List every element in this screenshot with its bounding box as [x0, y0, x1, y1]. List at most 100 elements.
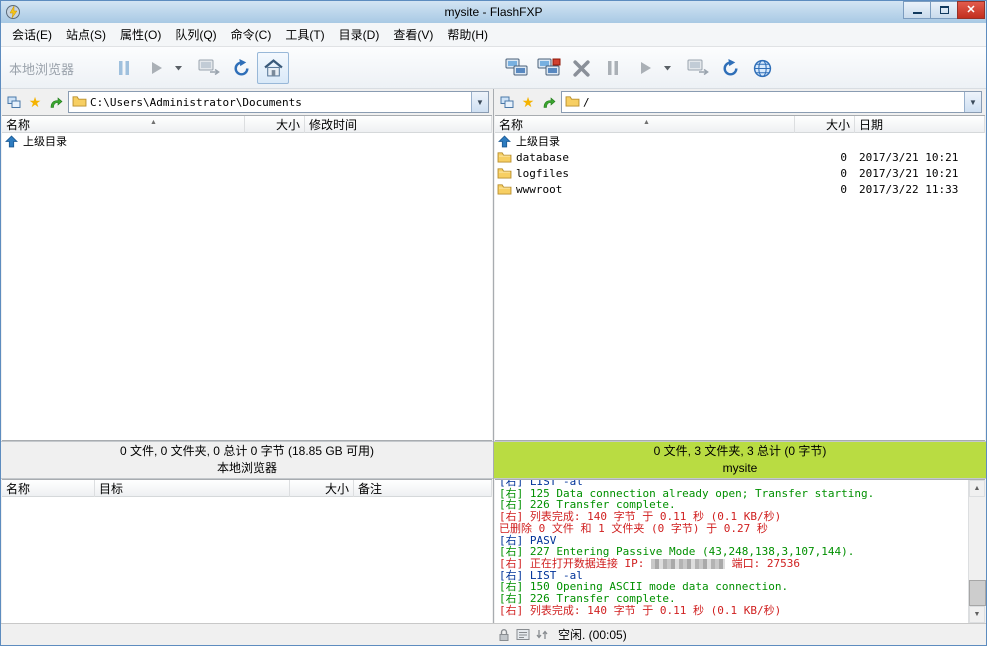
title-bar: mysite - FlashFXP ✕ — [1, 1, 986, 23]
column-header-mtime[interactable]: 修改时间 — [305, 116, 492, 133]
file-row[interactable]: database 0 2017/3/21 10:21 — [495, 149, 985, 165]
menu-queue[interactable]: 队列(Q) — [168, 23, 223, 46]
refresh-icon — [232, 59, 251, 78]
maximize-button[interactable] — [930, 1, 958, 19]
pause-icon — [606, 60, 620, 76]
file-date: 2017/3/22 11:33 — [855, 183, 985, 196]
start-button[interactable] — [140, 52, 172, 84]
file-size: 0 — [795, 183, 855, 196]
minimize-button[interactable] — [903, 1, 931, 19]
local-browser-label: 本地浏览器 — [9, 59, 74, 78]
favorites-star-icon[interactable]: ★ — [519, 93, 537, 111]
menu-tools[interactable]: 工具(T) — [278, 23, 331, 46]
web-browser-button[interactable] — [746, 52, 778, 84]
refresh-icon — [721, 59, 740, 78]
column-header-size[interactable]: 大小 — [245, 116, 305, 133]
file-row[interactable]: wwwroot 0 2017/3/22 11:33 — [495, 181, 985, 197]
file-size: 0 — [795, 151, 855, 164]
folder-icon — [497, 151, 512, 164]
folder-icon — [497, 167, 512, 180]
menu-options[interactable]: 属性(O) — [113, 23, 168, 46]
queue-column-name[interactable]: 名称 — [2, 480, 95, 497]
file-name: logfiles — [516, 167, 569, 180]
disconnect-x-icon — [572, 59, 591, 78]
home-button[interactable] — [257, 52, 289, 84]
queue-column-size[interactable]: 大小 — [290, 480, 354, 497]
start-dropdown-button[interactable] — [172, 52, 185, 84]
connect-icon — [505, 58, 529, 78]
queue-column-remark[interactable]: 备注 — [354, 480, 492, 497]
remote-pane: ★ ▼ 名称 ▲ 大小 — [494, 89, 986, 623]
file-row[interactable]: 上级目录 — [495, 133, 985, 149]
menu-help[interactable]: 帮助(H) — [440, 23, 495, 46]
log-line: [右] 列表完成: 140 字节 于 0.11 秒 (0.1 KB/秒) — [499, 605, 968, 617]
pause-button[interactable] — [108, 52, 140, 84]
column-header-size[interactable]: 大小 — [795, 116, 855, 133]
column-header-name[interactable]: 名称 ▲ — [495, 116, 795, 133]
folder-icon — [497, 183, 512, 196]
log-line: 已删除 0 文件 和 1 文件夹 (0 字节) 于 0.27 秒 — [499, 523, 968, 535]
menu-session[interactable]: 会话(E) — [5, 23, 59, 46]
transfer-queue-button[interactable] — [193, 52, 225, 84]
local-path-combobox[interactable]: ▼ — [68, 91, 489, 113]
log-scrollbar[interactable]: ▲ ▼ — [968, 480, 985, 623]
menu-view[interactable]: 查看(V) — [386, 23, 440, 46]
menu-directory[interactable]: 目录(D) — [332, 23, 387, 46]
menu-commands[interactable]: 命令(C) — [224, 23, 279, 46]
remote-status-area: 0 文件, 3 文件夹, 3 总计 (0 字节) mysite — [494, 441, 986, 479]
remote-refresh-button[interactable] — [714, 52, 746, 84]
transfer-icon — [687, 59, 709, 78]
quick-connect-button[interactable] — [501, 52, 533, 84]
local-path-input[interactable] — [87, 96, 471, 109]
file-row[interactable]: 上级目录 — [2, 133, 492, 149]
disconnect-button[interactable] — [565, 52, 597, 84]
remote-path-input[interactable] — [580, 96, 964, 109]
remote-file-area: 名称 ▲ 大小 日期 上级目录 database 0 2017/3/21 10:… — [495, 115, 985, 441]
scroll-up-button[interactable]: ▲ — [969, 480, 985, 497]
go-up-icon[interactable] — [47, 93, 65, 111]
remote-list-header: 名称 ▲ 大小 日期 — [495, 116, 985, 133]
local-file-list[interactable]: 上级目录 — [2, 133, 492, 440]
menu-sites[interactable]: 站点(S) — [59, 23, 113, 46]
censored-ip — [651, 559, 725, 569]
queue-column-target[interactable]: 目标 — [95, 480, 290, 497]
favorites-star-icon[interactable]: ★ — [26, 93, 44, 111]
window-title: mysite - FlashFXP — [1, 5, 986, 19]
column-header-name[interactable]: 名称 ▲ — [2, 116, 245, 133]
play-icon — [149, 60, 164, 76]
queue-header: 名称 目标 大小 备注 — [2, 480, 492, 497]
column-header-date[interactable]: 日期 — [855, 116, 985, 133]
remote-status-title: mysite — [723, 460, 758, 477]
local-pane: ★ ▼ 名称 ▲ 大小 — [1, 89, 494, 623]
remote-path-combobox[interactable]: ▼ — [561, 91, 982, 113]
lock-icon — [495, 627, 512, 643]
scroll-thumb[interactable] — [969, 580, 986, 606]
remote-transfer-queue-button[interactable] — [682, 52, 714, 84]
view-switch-icon[interactable] — [498, 93, 516, 111]
home-icon — [264, 59, 283, 77]
pause-icon — [117, 60, 131, 76]
log-line: [右] 226 Transfer complete. — [499, 593, 968, 605]
scroll-down-button[interactable]: ▼ — [969, 606, 985, 623]
status-message: 空闲. (00:05) — [558, 626, 627, 643]
queue-panel: 名称 目标 大小 备注 — [2, 479, 492, 623]
file-row[interactable]: logfiles 0 2017/3/21 10:21 — [495, 165, 985, 181]
site-connect-icon — [537, 58, 561, 78]
scroll-track[interactable] — [969, 497, 985, 606]
remote-start-button[interactable] — [629, 52, 661, 84]
remote-path-dropdown[interactable]: ▼ — [964, 92, 981, 112]
close-button[interactable]: ✕ — [957, 1, 985, 19]
connect-button[interactable] — [533, 52, 565, 84]
remote-file-list[interactable]: 上级目录 database 0 2017/3/21 10:21 logfiles… — [495, 133, 985, 440]
view-switch-icon[interactable] — [5, 93, 23, 111]
log-content[interactable]: [右] LIST -al[右] 125 Data connection alre… — [495, 480, 968, 623]
queue-list[interactable] — [2, 497, 492, 623]
refresh-button[interactable] — [225, 52, 257, 84]
file-name: 上级目录 — [516, 133, 560, 149]
remote-start-dropdown-button[interactable] — [661, 52, 674, 84]
folder-icon — [565, 95, 580, 110]
go-up-icon[interactable] — [540, 93, 558, 111]
remote-pause-button[interactable] — [597, 52, 629, 84]
local-path-dropdown[interactable]: ▼ — [471, 92, 488, 112]
toolbar: 本地浏览器 — [1, 47, 986, 89]
